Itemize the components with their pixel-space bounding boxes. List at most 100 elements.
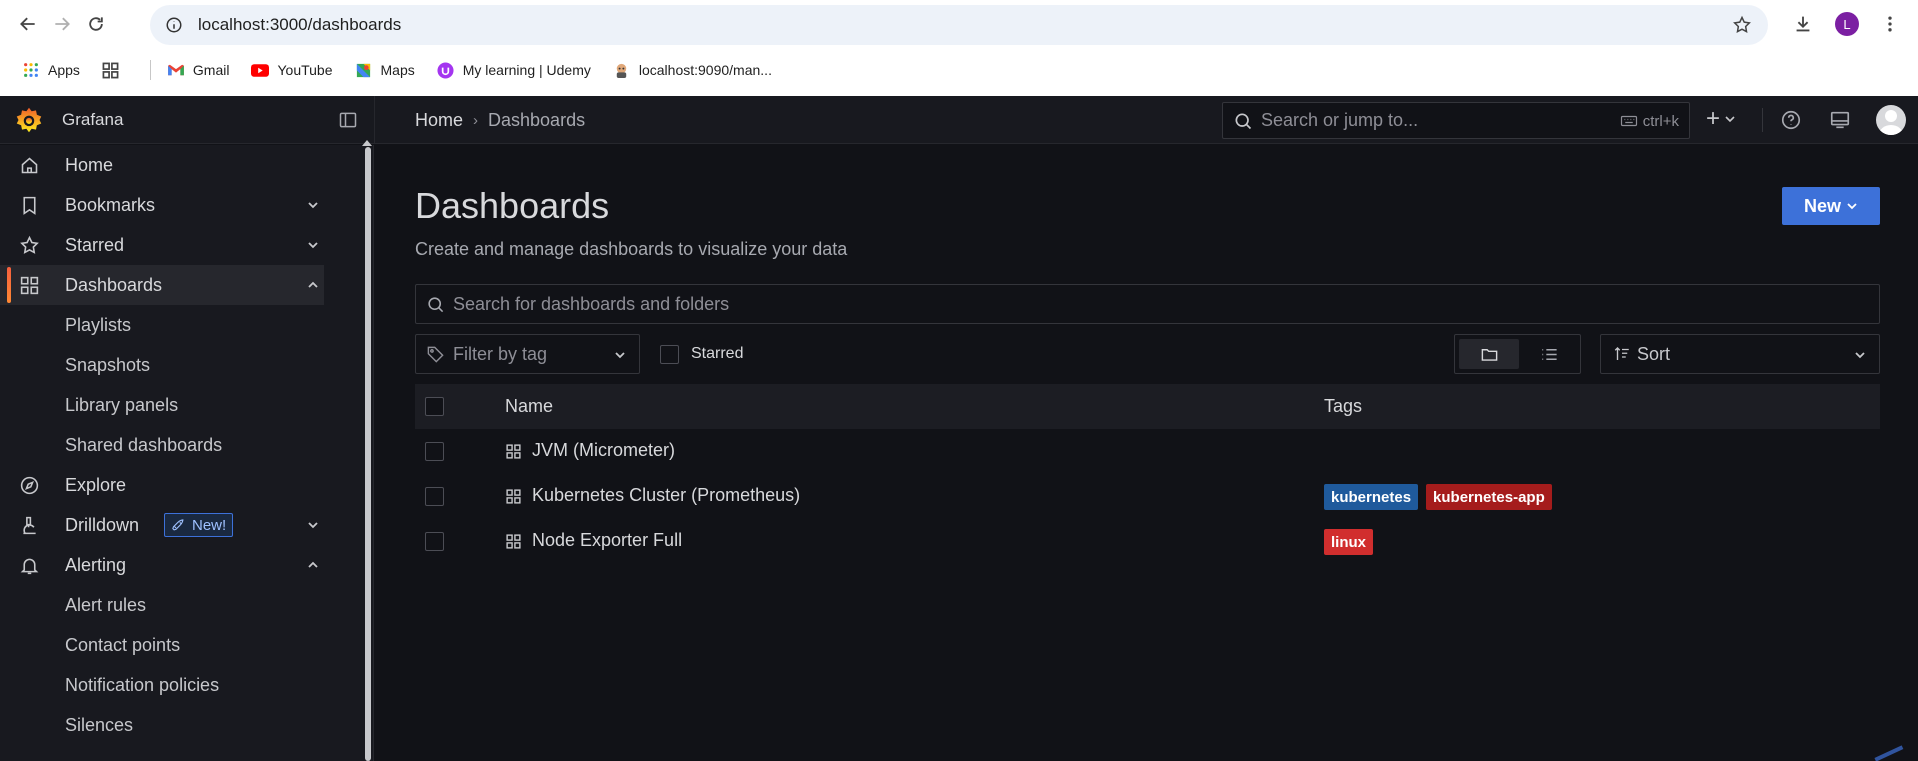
sidebar-item-notification-policies[interactable]: Notification policies [0, 665, 324, 705]
starred-checkbox[interactable] [660, 345, 679, 364]
row-checkbox[interactable] [425, 442, 444, 461]
sidebar-item-library-panels[interactable]: Library panels [0, 385, 324, 425]
breadcrumb-dashboards[interactable]: Dashboards [488, 110, 585, 131]
tag-kubernetes[interactable]: kubernetes [1324, 484, 1419, 510]
browser-menu-button[interactable] [1876, 10, 1904, 38]
reload-icon [89, 17, 103, 31]
breadcrumb: Home › Dashboards [415, 110, 585, 131]
search-icon [428, 296, 444, 312]
starred-label[interactable]: Starred [691, 345, 743, 363]
bookmark-tab-groups[interactable] [102, 61, 128, 79]
dashboard-search-input[interactable]: Search for dashboards and folders [415, 284, 1880, 324]
chevron-down-icon[interactable] [306, 518, 320, 532]
list-view-button[interactable] [1521, 339, 1577, 369]
sidebar-nav: Home Bookmarks Starred Dashboards Playli… [0, 140, 374, 761]
reload-button[interactable] [82, 10, 110, 38]
list-icon [1541, 348, 1557, 360]
prometheus-icon [613, 61, 631, 79]
dashboards-table: Name Tags JVM (Micrometer) Kubernetes Cl… [415, 384, 1880, 564]
star-icon [20, 235, 39, 254]
forward-button[interactable] [48, 10, 76, 38]
browser-toolbar: localhost:3000/dashboards L Apps Gmail Y… [0, 0, 1918, 96]
tab-groups-icon [102, 61, 120, 79]
user-avatar[interactable] [1876, 105, 1906, 135]
tag-linux[interactable]: linux [1324, 529, 1374, 555]
dashboard-link[interactable]: Kubernetes Cluster (Prometheus) [532, 485, 800, 506]
dashboard-link[interactable]: JVM (Micrometer) [532, 440, 675, 461]
news-icon[interactable] [1829, 109, 1851, 131]
filter-by-tag-select[interactable]: Filter by tag [415, 334, 640, 374]
kebab-menu-icon [1888, 16, 1892, 32]
profile-button[interactable]: L [1833, 10, 1861, 38]
bookmark-gmail[interactable]: Gmail [167, 61, 229, 79]
chevron-down-icon [1725, 116, 1735, 123]
table-row[interactable]: JVM (Micrometer) [415, 429, 1880, 474]
sidebar-item-shared-dashboards[interactable]: Shared dashboards [0, 425, 324, 465]
search-icon [1235, 113, 1252, 129]
sidebar-item-home[interactable]: Home [0, 145, 324, 185]
folder-view-button[interactable] [1459, 339, 1519, 369]
grafana-logo-icon[interactable] [15, 106, 43, 134]
home-icon [21, 156, 38, 173]
sidebar-item-bookmarks[interactable]: Bookmarks [0, 185, 324, 225]
address-bar[interactable]: localhost:3000/dashboards [150, 5, 1768, 45]
bookmark-udemy[interactable]: My learning | Udemy [437, 61, 591, 79]
sidebar-scrollbar[interactable] [365, 147, 371, 761]
dashboard-icon [506, 534, 521, 549]
page-subtitle: Create and manage dashboards to visualiz… [415, 239, 848, 259]
dashboard-link[interactable]: Node Exporter Full [532, 530, 682, 551]
add-new-button[interactable]: + [1706, 105, 1736, 132]
sort-select[interactable]: Sort [1600, 334, 1880, 374]
youtube-icon [251, 61, 270, 79]
dashboard-icon [506, 489, 521, 504]
chevron-down-icon [615, 352, 625, 359]
sidebar-item-dashboards[interactable]: Dashboards [0, 265, 324, 305]
dock-menu-icon[interactable] [338, 110, 358, 130]
arrow-left-icon [20, 17, 35, 31]
active-indicator [7, 267, 11, 303]
table-row[interactable]: Node Exporter Full linux [415, 519, 1880, 564]
plus-icon: + [1706, 105, 1721, 132]
table-row[interactable]: Kubernetes Cluster (Prometheus) kubernet… [415, 474, 1880, 519]
bookmark-apps[interactable]: Apps [22, 61, 80, 79]
sidebar-item-playlists[interactable]: Playlists [0, 305, 324, 345]
sidebar-item-explore[interactable]: Explore [0, 465, 324, 505]
row-checkbox[interactable] [425, 487, 444, 506]
select-all-checkbox[interactable] [425, 397, 444, 416]
view-toggle [1454, 334, 1581, 374]
downloads-button[interactable] [1789, 10, 1817, 38]
bookmark-youtube[interactable]: YouTube [251, 61, 333, 79]
global-search[interactable]: Search or jump to... ctrl+k [1222, 102, 1690, 139]
url-text[interactable]: localhost:3000/dashboards [198, 15, 401, 35]
sidebar-item-alerting[interactable]: Alerting [0, 545, 324, 585]
chevron-up-icon[interactable] [306, 558, 320, 572]
sidebar-item-starred[interactable]: Starred [0, 225, 324, 265]
grafana-topbar: Grafana Home › Dashboards Search or jump… [0, 96, 1918, 144]
topbar-separator [1762, 108, 1763, 132]
sidebar-item-alert-rules[interactable]: Alert rules [0, 585, 324, 625]
bookmark-star-icon[interactable] [1732, 15, 1752, 35]
chevron-up-icon[interactable] [306, 278, 320, 292]
new-dashboard-button[interactable]: New [1782, 187, 1880, 225]
sidebar-item-silences[interactable]: Silences [0, 705, 324, 745]
column-header-name: Name [505, 396, 554, 416]
tag-kubernetes-app[interactable]: kubernetes-app [1426, 484, 1552, 510]
keyboard-icon [1620, 115, 1637, 127]
site-info-icon[interactable] [164, 15, 184, 35]
chevron-down-icon[interactable] [306, 198, 320, 212]
bookmark-localhost-9090[interactable]: localhost:9090/man... [613, 61, 772, 79]
sidebar-item-drilldown[interactable]: Drilldown New! [0, 505, 324, 545]
breadcrumb-chevron-icon: › [473, 112, 479, 129]
breadcrumb-home[interactable]: Home [415, 110, 463, 131]
grafana-brand: Grafana [62, 110, 124, 129]
bookmark-maps[interactable]: Maps [355, 61, 415, 79]
bell-icon [20, 558, 39, 574]
row-checkbox[interactable] [425, 532, 444, 551]
back-button[interactable] [14, 10, 42, 38]
sidebar-item-snapshots[interactable]: Snapshots [0, 345, 324, 385]
sidebar-item-contact-points[interactable]: Contact points [0, 625, 324, 665]
help-icon[interactable] [1780, 109, 1802, 131]
chevron-down-icon[interactable] [306, 238, 320, 252]
tag-icon [427, 346, 444, 363]
scroll-up-arrow[interactable] [362, 140, 372, 146]
